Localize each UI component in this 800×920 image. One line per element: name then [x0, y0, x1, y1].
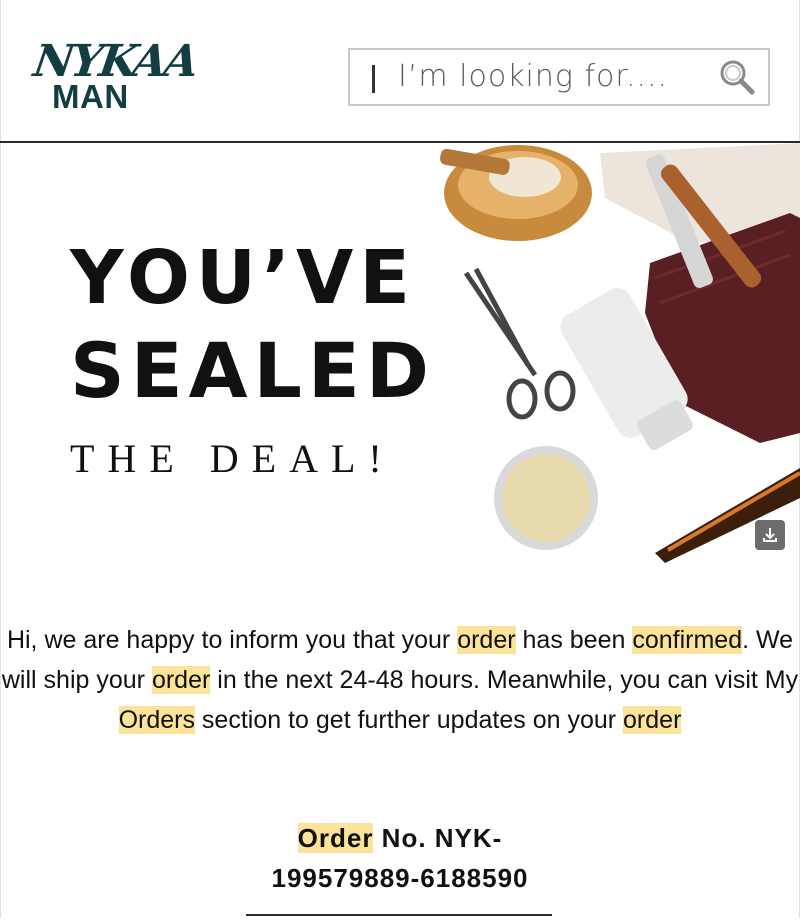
nykaa-man-logo[interactable]: NYKAA MAN	[30, 36, 199, 116]
message-text: in the next 24-48 hours. Meanwhile, you …	[210, 666, 799, 694]
grooming-products-illustration	[440, 143, 800, 563]
order-confirmation-message: Hi, we are happy to inform you that your…	[0, 620, 800, 740]
search-box[interactable]: I’m looking for....	[348, 48, 770, 106]
bottom-divider	[246, 914, 552, 916]
search-placeholder: I’m looking for....	[398, 59, 669, 94]
highlighted-word: confirmed	[632, 626, 743, 654]
highlighted-word: order	[151, 666, 211, 694]
highlighted-word: Orders	[118, 706, 195, 734]
search-icon[interactable]	[718, 58, 756, 96]
shaving-bowl-image	[440, 145, 592, 241]
message-text: section to get further updates on your	[194, 706, 624, 734]
order-number-value: 199579889-6188590	[271, 863, 529, 893]
order-label: Order	[297, 823, 374, 853]
order-number: Order No. NYK- 199579889-6188590	[0, 818, 800, 898]
message-text: Hi, we are happy to inform you that your	[6, 626, 458, 654]
order-number-prefix: No. NYK-	[373, 823, 503, 853]
balm-tin-image	[494, 446, 598, 550]
download-icon	[763, 528, 777, 542]
text-cursor	[372, 65, 375, 93]
download-button[interactable]	[755, 520, 785, 550]
scissors-image	[463, 267, 576, 420]
logo-sub-text: MAN	[52, 78, 129, 115]
hero-banner[interactable]: YOU’VE SEALED THE DEAL!	[0, 143, 800, 563]
message-text: has been	[515, 626, 633, 654]
highlighted-word: order	[623, 706, 682, 734]
highlighted-word: order	[457, 626, 516, 654]
